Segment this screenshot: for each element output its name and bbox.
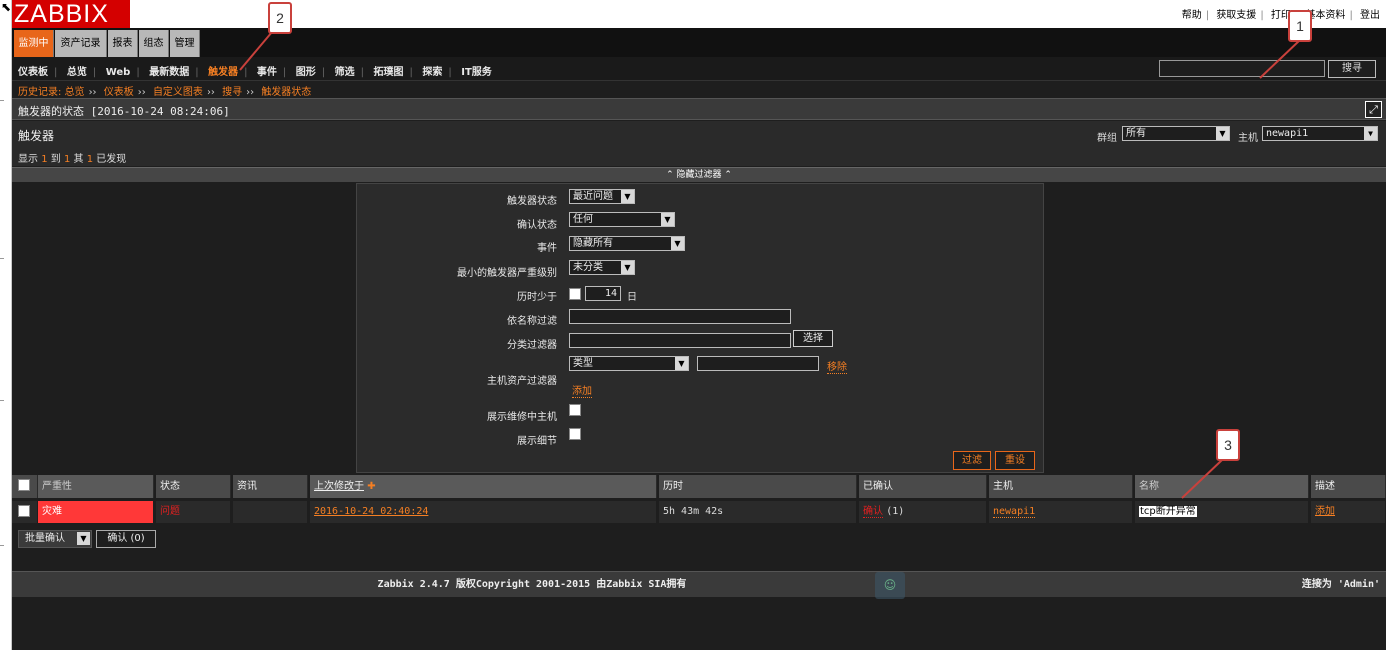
callout-1-arrow <box>1259 39 1301 79</box>
callout-3-arrow <box>1181 459 1223 499</box>
callout-2-arrow <box>239 31 273 71</box>
callout-3: 3 <box>1216 429 1240 461</box>
callout-2: 2 <box>268 2 292 34</box>
callout-1: 1 <box>1288 10 1312 42</box>
annotation-overlay <box>239 31 1301 499</box>
